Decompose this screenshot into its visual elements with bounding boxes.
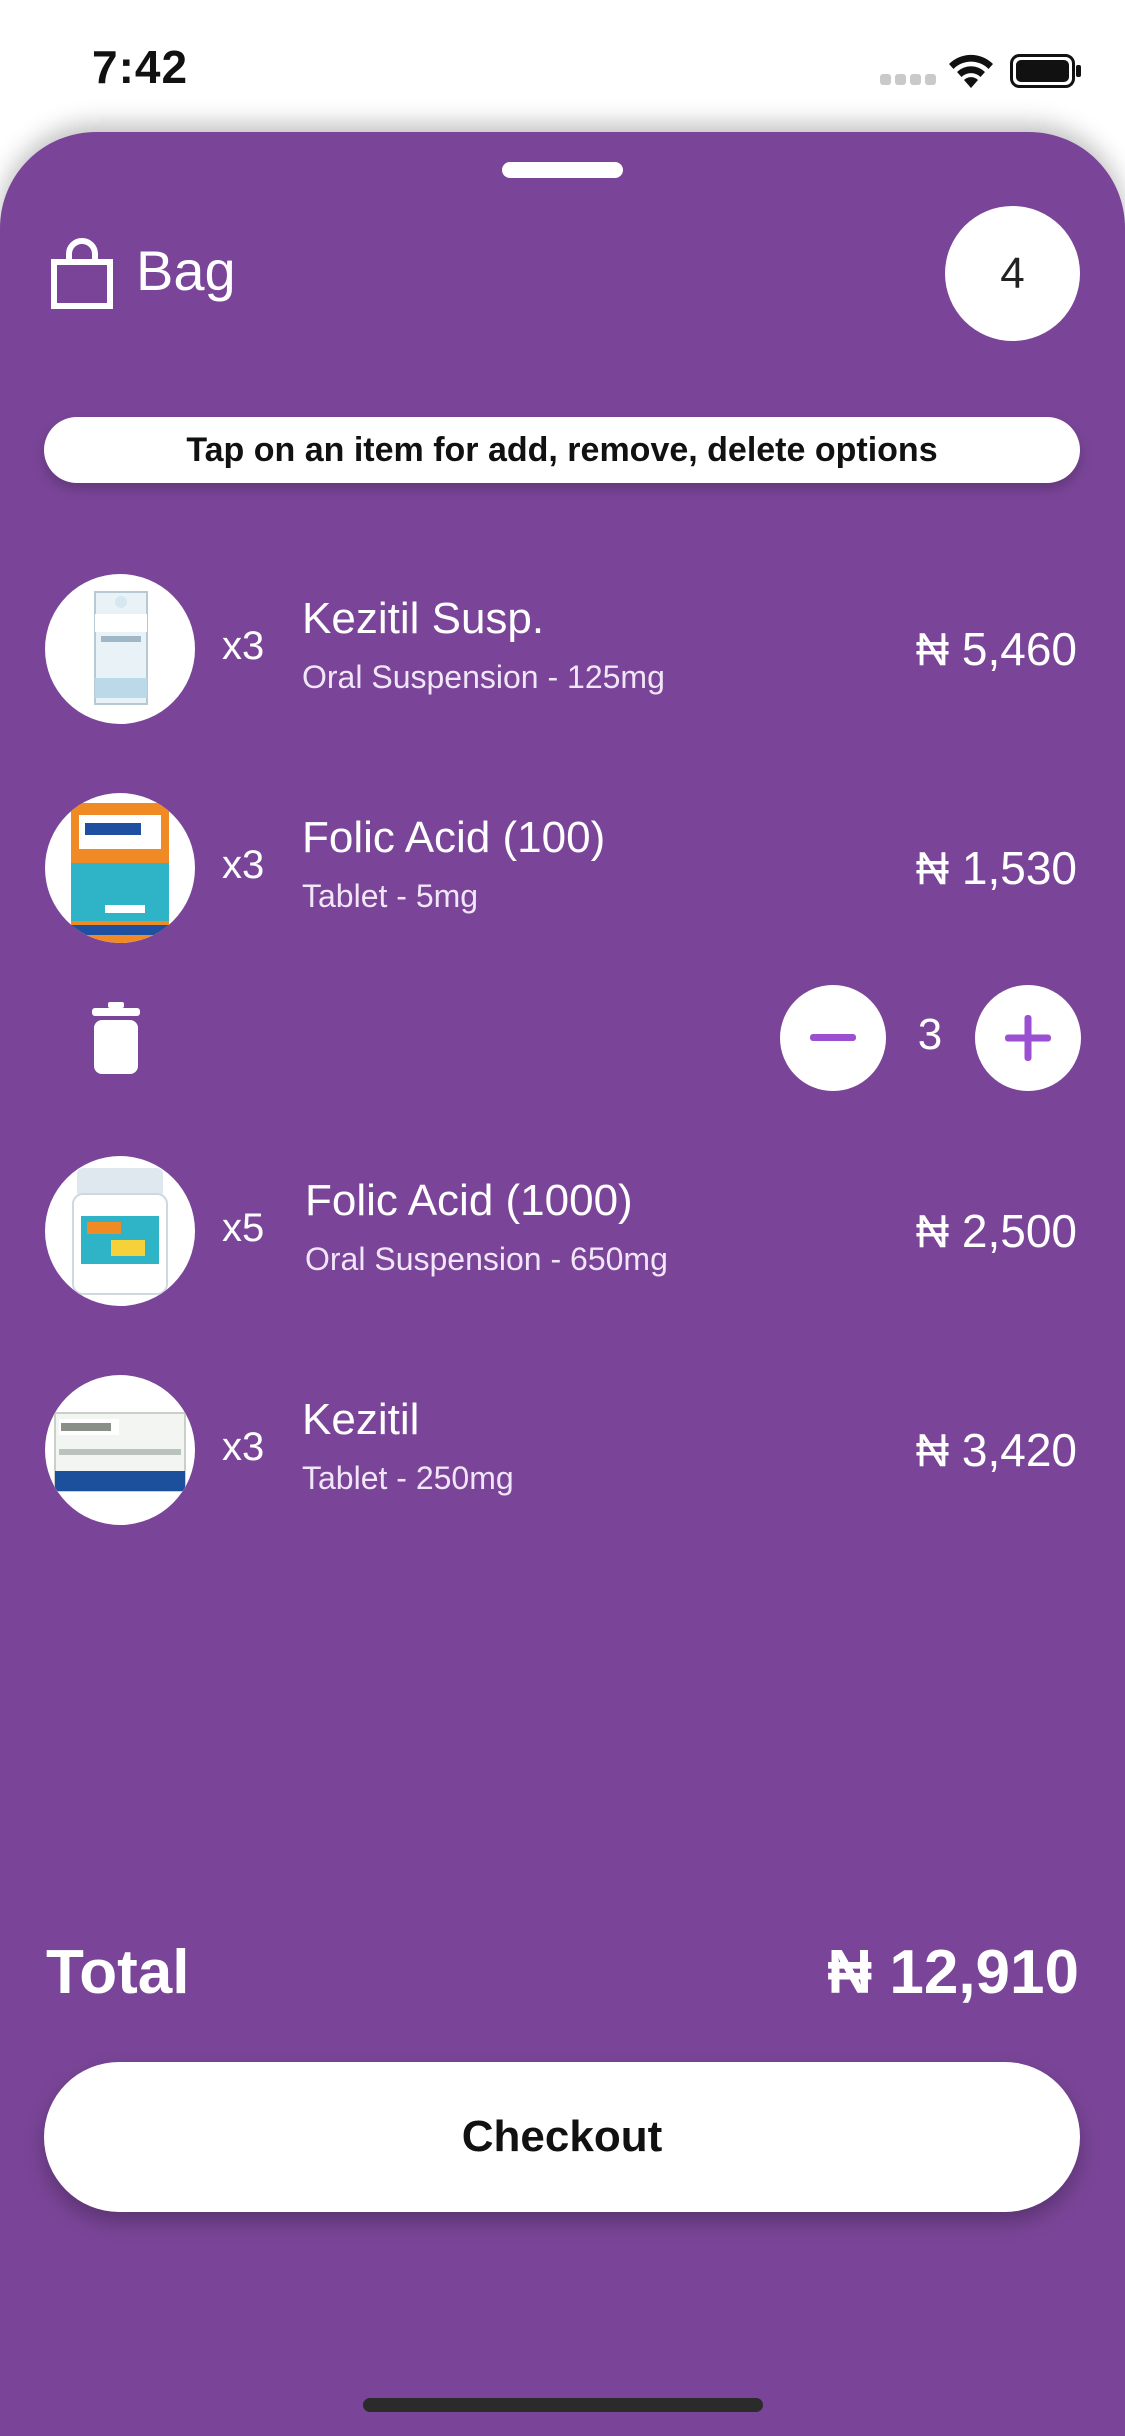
status-time: 7:42 — [92, 41, 189, 93]
item-quantity: x5 — [222, 1206, 265, 1250]
item-detail: Tablet - 5mg — [302, 878, 479, 914]
bag-title: Bag — [136, 239, 236, 302]
bag-item[interactable]: x5 Folic Acid (1000) Oral Suspension - 6… — [0, 1156, 1125, 1306]
item-name: Kezitil — [302, 1395, 420, 1444]
product-image — [45, 574, 195, 724]
product-image — [45, 793, 195, 943]
item-name: Folic Acid (100) — [302, 813, 606, 862]
item-detail: Oral Suspension - 125mg — [302, 659, 665, 695]
minus-icon — [810, 1034, 856, 1041]
sheet-drag-handle[interactable] — [502, 162, 623, 178]
bag-sheet: Bag 4 Tap on an item for add, remove, de… — [0, 132, 1125, 2436]
decrease-quantity-button[interactable] — [780, 985, 886, 1091]
checkout-button[interactable]: Checkout — [44, 2062, 1080, 2212]
home-indicator — [363, 2398, 763, 2412]
bag-item[interactable]: x3 Kezitil Tablet - 250mg ₦ 3,420 — [0, 1375, 1125, 1525]
item-options: 3 — [0, 982, 1125, 1092]
bag-item[interactable]: x3 Kezitil Susp. Oral Suspension - 125mg… — [0, 574, 1125, 724]
product-image — [45, 1156, 195, 1306]
hint-banner: Tap on an item for add, remove, delete o… — [44, 417, 1080, 483]
item-quantity: x3 — [222, 624, 265, 668]
item-quantity: x3 — [222, 1425, 265, 1469]
item-price: ₦ 3,420 — [915, 1424, 1077, 1476]
battery-icon — [1010, 54, 1081, 88]
shopping-bag-icon — [51, 238, 113, 309]
item-name: Folic Acid (1000) — [305, 1176, 633, 1225]
quantity-stepper-value: 3 — [917, 1010, 943, 1059]
status-bar: 7:42 — [0, 0, 1125, 132]
total-amount: ₦ 12,910 — [827, 1938, 1079, 2007]
item-price: ₦ 1,530 — [915, 842, 1077, 894]
total-label: Total — [46, 1938, 190, 2007]
trash-icon[interactable] — [88, 1002, 144, 1074]
product-image — [45, 1375, 195, 1525]
item-quantity: x3 — [222, 843, 265, 887]
cellular-signal-icon — [880, 74, 936, 86]
item-price: ₦ 5,460 — [915, 623, 1077, 675]
item-detail: Oral Suspension - 650mg — [305, 1241, 668, 1277]
item-count-badge: 4 — [945, 206, 1080, 341]
wifi-icon — [949, 54, 993, 88]
item-price: ₦ 2,500 — [915, 1205, 1077, 1257]
plus-icon — [1005, 1015, 1051, 1061]
item-name: Kezitil Susp. — [302, 594, 545, 643]
item-detail: Tablet - 250mg — [302, 1460, 514, 1496]
increase-quantity-button[interactable] — [975, 985, 1081, 1091]
bag-item-selected[interactable]: x3 Folic Acid (100) Tablet - 5mg ₦ 1,530 — [0, 793, 1125, 943]
